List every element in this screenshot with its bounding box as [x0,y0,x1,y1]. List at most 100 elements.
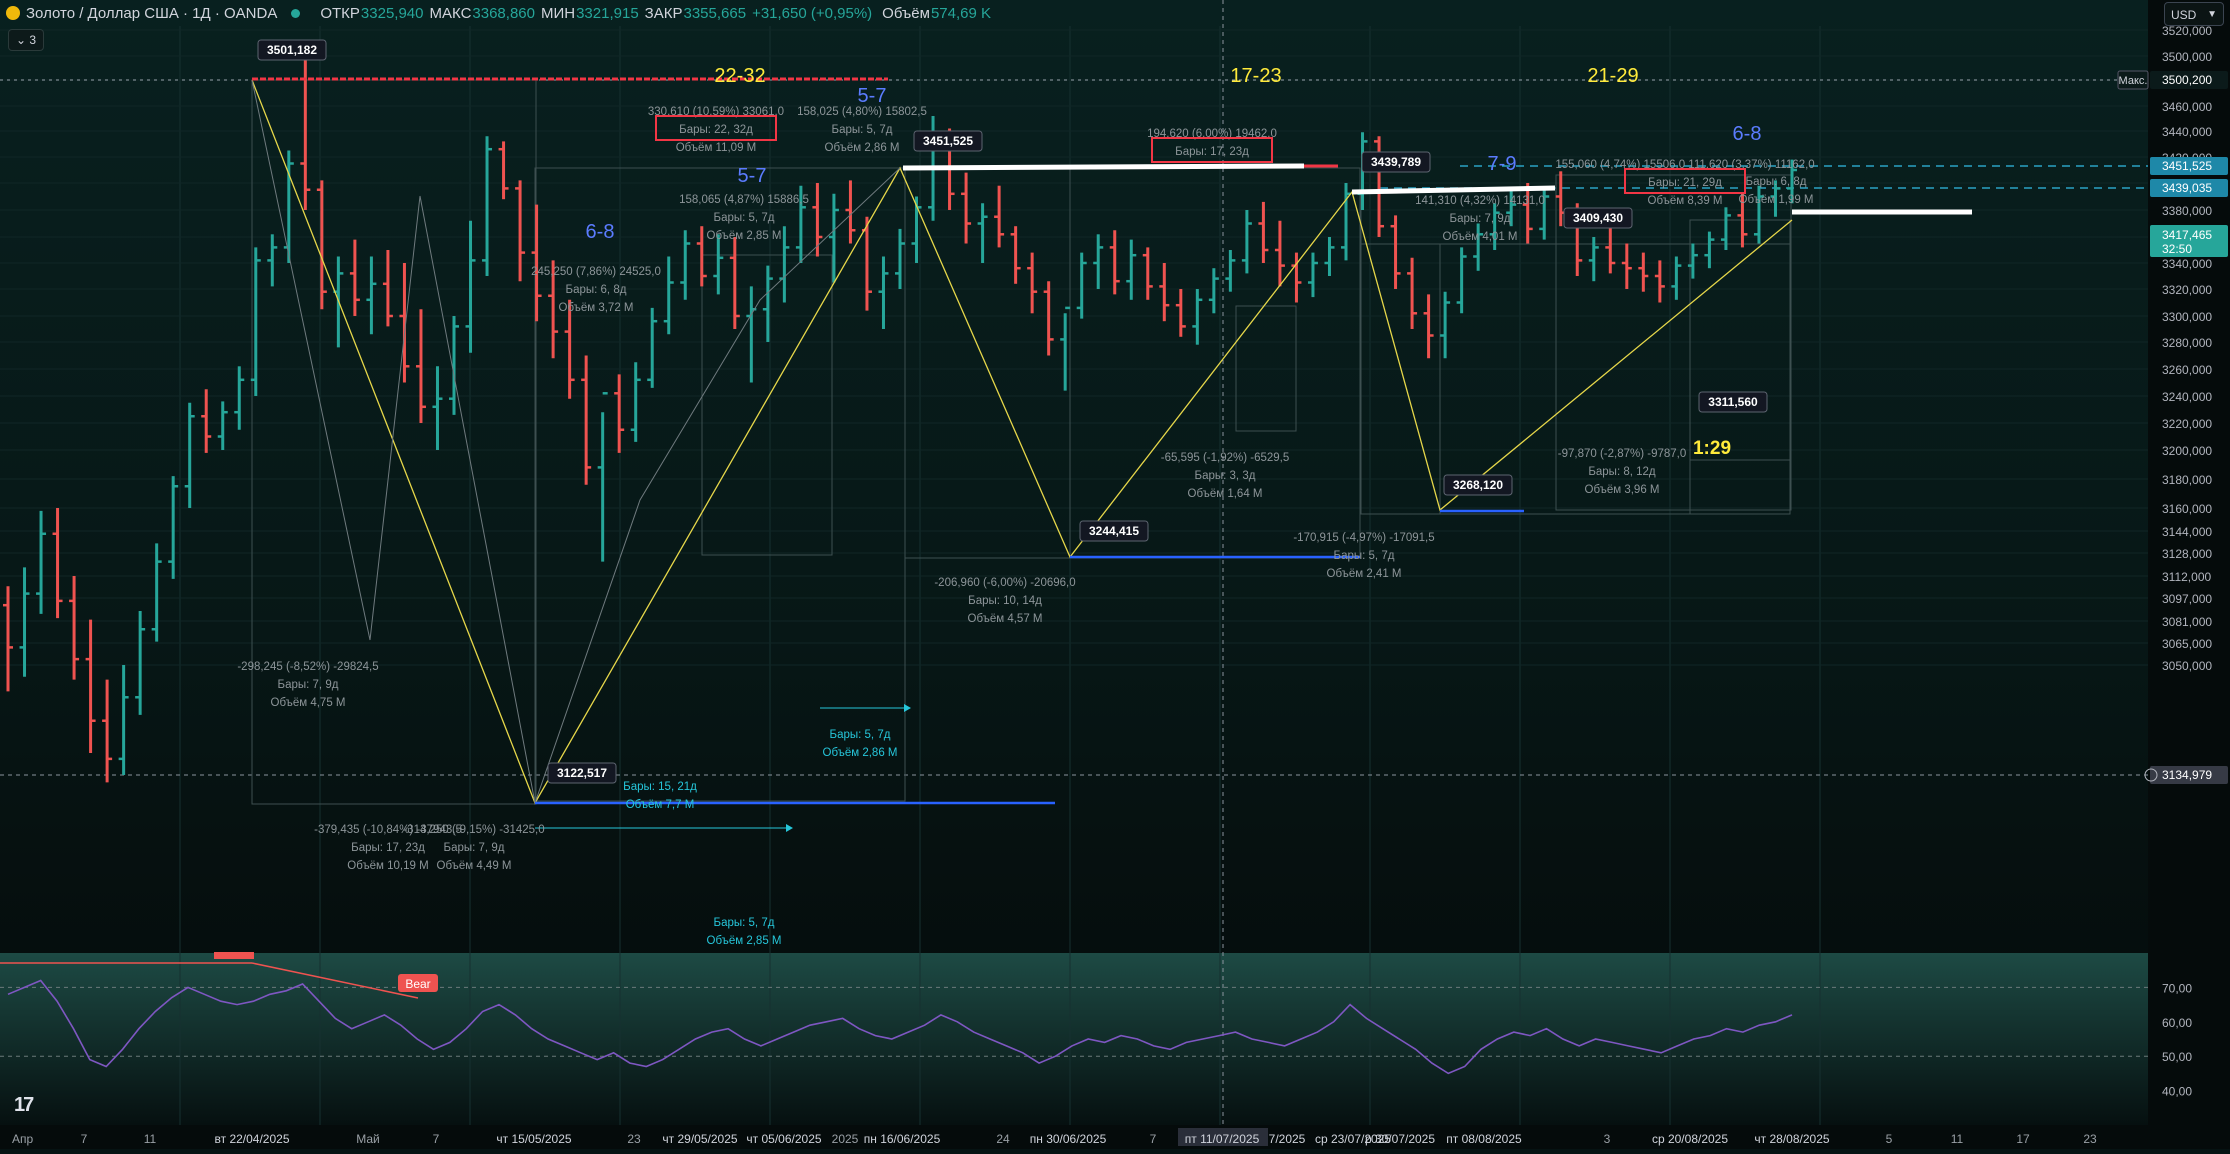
measurement-label: Объём 11,09 M [676,142,757,154]
time-tick: чт 05/06/2025 [746,1132,821,1146]
measurement-label: 245,250 (7,86%) 24525,0 [531,266,661,278]
measurement-label: Бары: 7, 9д [278,679,339,691]
resistance-white-1 [902,163,1305,171]
measurement-label: 141,310 (4,32%) 14131,0 [1415,195,1545,207]
measurement-label: Объём 4,75 M [271,697,346,709]
close-label: ЗАКР [644,4,683,22]
time-tick: ср 20/08/2025 [1652,1132,1728,1146]
measurement-label: Бары: 10, 14д [968,595,1042,607]
measurement-label: Бары: 8, 12д [1588,466,1656,478]
rsi-tick: 50,00 [2162,1050,2192,1064]
point-label: 3451,525 [923,134,973,148]
point-label: 3439,789 [1371,155,1421,169]
wave-count-label: 5-7 [858,85,887,107]
measurement-label: -65,595 (-1,92%) -6529,5 [1161,452,1290,464]
wave-count-label: 6-8 [1733,123,1762,145]
point-label: 3122,517 [557,766,607,780]
time-tick: р 30/07/2025 [1365,1132,1435,1146]
price-tick: 3380,000 [2162,204,2212,218]
time-tick: 23 [2083,1132,2097,1146]
change-value: +31,650 (+0,95%) [752,4,873,22]
wave-count-label: 5-7 [738,165,767,187]
time-tick: чт 28/08/2025 [1754,1132,1829,1146]
measurement-label: Бары: 15, 21д [623,781,697,793]
price-tick: 3300,000 [2162,310,2212,324]
high-value: 3368,860 [472,4,535,22]
price-badge-value: 3451,525 [2162,159,2212,173]
measurement-label: Бары: 7, 9д [444,842,505,854]
price-tick: 3460,000 [2162,100,2212,114]
measurement-label: Объём 2,41 M [1327,568,1402,580]
time-tick: Апр [12,1132,34,1146]
price-tick: 3340,000 [2162,257,2212,271]
time-tick: чт 15/05/2025 [496,1132,571,1146]
price-tick: 3200,000 [2162,444,2212,458]
open-label: ОТКР [320,4,360,22]
price-tick: 3500,000 [2162,50,2212,64]
gold-symbol-icon [6,6,20,20]
bear-label: Bear [405,977,430,991]
time-tick: пн 30/06/2025 [1030,1132,1107,1146]
price-tick: 3128,000 [2162,547,2212,561]
measurement-label: Бары: 5, 7д [1334,550,1395,562]
price-tick: 3081,000 [2162,615,2212,629]
divergence-marker [214,952,254,959]
wave-count-label: 21-29 [1587,65,1638,87]
time-tick: вт 22/04/2025 [215,1132,290,1146]
close-value: 3355,665 [683,4,747,22]
price-badge-value: 3439,035 [2162,181,2212,195]
market-status-icon [291,8,301,18]
tradingview-logo-icon: 17 [14,1094,34,1116]
measurement-label: Бары: 5, 7д [830,729,891,741]
price-tick: 3050,000 [2162,659,2212,673]
measurement-label: Бары: 6, 8д [1746,176,1807,188]
badge-max-label: Макс. [2119,75,2148,87]
chart-area[interactable]: Bear 3520,0003500,0003480,0003460,000344… [0,0,2230,1149]
rsi-tick: 70,00 [2162,981,2192,995]
point-label: 3501,182 [267,43,317,57]
time-tick: 11 [1951,1132,1964,1146]
rsi-tick: 40,00 [2162,1085,2192,1099]
measurement-label: Бары: 17, 23д [351,842,425,854]
wave-count-label: 1:29 [1693,438,1731,459]
point-label: 3268,120 [1453,478,1503,492]
measurement-label: Объём 4,49 M [437,860,512,872]
chart-header: Золото / Доллар США · 1Д · OANDA ОТКР 332… [0,0,991,26]
measurement-label: Объём 4,57 M [968,613,1043,625]
price-tick: 3144,000 [2162,525,2212,539]
measurement-label: Объём 8,39 M [1648,195,1723,207]
price-badge-value: 3500,200 [2162,73,2212,87]
time-tick: 23 [627,1132,641,1146]
low-value: 3321,915 [576,4,639,22]
price-tick: 3220,000 [2162,417,2212,431]
currency-selector[interactable]: USD ▼ [2164,2,2224,26]
time-tick: 7 [1150,1132,1157,1146]
price-tick: 3320,000 [2162,283,2212,297]
measurement-label: Бары: 22, 32д [679,124,753,136]
rsi-tick: 60,00 [2162,1016,2192,1030]
measurement-label: Объём 4,01 M [1443,231,1518,243]
wave-count-label: 6-8 [586,221,615,243]
measurement-label: Бары: 6, 8д [566,284,627,296]
time-tick: 24 [996,1132,1010,1146]
price-tick: 3440,000 [2162,125,2212,139]
measurement-label: -314,250 (-9,15%) -31425,0 [403,824,544,836]
measurement-label: Объём 1,64 M [1188,488,1263,500]
symbol-title[interactable]: Золото / Доллар США · 1Д · OANDA [26,5,277,22]
time-tick: 7 [433,1132,440,1146]
price-tick: 3112,000 [2162,570,2211,584]
measurement-label: Бары: 5, 7д [714,917,775,929]
measurement-label: -97,870 (-2,87%) -9787,0 [1558,448,1687,460]
measurement-label: Бары: 17, 23д [1175,146,1249,158]
time-tick: чт 29/05/2025 [662,1132,737,1146]
price-badge-value: 3134,979 [2162,768,2212,782]
price-tick: 3097,000 [2162,592,2212,606]
time-tick: 7/2025 [1269,1132,1306,1146]
open-value: 3325,940 [360,4,424,22]
measurement-label: Бары: 7, 9д [1450,213,1511,225]
volume-value: 574,69 K [930,4,992,22]
measurement-label: -298,245 (-8,52%) -29824,5 [237,661,378,673]
wave-count-label: 17-23 [1230,65,1281,87]
indicators-collapse-button[interactable]: ⌄ 3 [8,29,45,51]
price-chart[interactable]: Bear 3520,0003500,0003480,0003460,000344… [0,0,2230,1149]
